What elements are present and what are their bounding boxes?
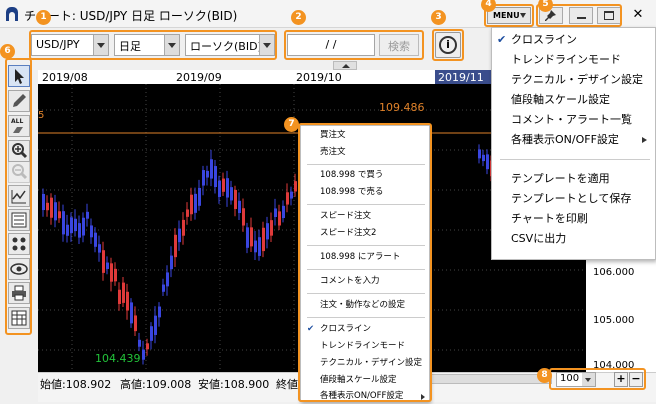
badge-6: 6 (0, 44, 15, 59)
date-label-1: 2019/08 (42, 71, 88, 84)
menu-item-print-chart[interactable]: チャートを印刷 (492, 209, 655, 229)
chart-scrollbar[interactable] (430, 374, 552, 384)
date-label-4: 2019/11 (438, 71, 484, 84)
collapse-toolbar-button[interactable] (333, 61, 357, 70)
high-price: 高値:109.008 (120, 378, 192, 391)
app-logo-icon (6, 7, 18, 21)
date-label-2: 2019/09 (176, 71, 222, 84)
candlestick-series (42, 137, 529, 365)
highlight-2 (284, 30, 424, 60)
price-label-105: 105.000 (593, 315, 634, 326)
menu-item-apply-template[interactable]: テンプレートを適用 (492, 169, 655, 189)
badge-3: 3 (431, 10, 446, 25)
menu-item-comment-alert-list[interactable]: コメント・アラート一覧 (492, 110, 655, 130)
menu-item-save-template[interactable]: テンプレートとして保存 (492, 189, 655, 209)
window-title: チャート: USD/JPY 日足 ローソク(BID) (24, 9, 238, 23)
highlight-8 (549, 368, 646, 390)
highlight-3 (432, 29, 464, 61)
main-menu: ✔ クロスライン トレンドラインモード テクニカル・デザイン設定 値段軸スケール設… (491, 27, 656, 260)
price-label-106: 106.000 (593, 267, 634, 278)
highlight-1 (29, 30, 277, 60)
menu-separator (500, 159, 650, 160)
low-price-label: 104.439 (95, 352, 141, 365)
badge-8: 8 (537, 368, 552, 383)
menu-item-trendline[interactable]: トレンドラインモード (492, 50, 655, 70)
menu-item-crossline[interactable]: ✔ クロスライン (492, 30, 655, 50)
badge-2: 2 (291, 10, 306, 25)
menu-item-technical-design[interactable]: テクニカル・デザイン設定 (492, 70, 655, 90)
left-marker-label: 5 (38, 110, 44, 121)
menu-item-price-scale[interactable]: 値段軸スケール設定 (492, 90, 655, 110)
open-price: 始値:108.902 (40, 378, 112, 391)
badge-1: 1 (36, 10, 51, 25)
check-icon: ✔ (497, 33, 507, 46)
menu-item-export-csv[interactable]: CSVに出力 (492, 229, 655, 249)
highlight-7 (298, 123, 432, 402)
date-label-3: 2019/10 (296, 71, 342, 84)
menu-item-display-toggle[interactable]: 各種表示ON/OFF設定 (492, 130, 655, 150)
highlight-6 (5, 58, 32, 335)
low-price: 安値:108.900 (198, 378, 270, 391)
high-price-label: 109.486 (379, 101, 425, 114)
badge-7: 7 (284, 117, 299, 132)
submenu-arrow-icon (642, 137, 647, 143)
close-button[interactable]: ✕ (626, 7, 650, 24)
